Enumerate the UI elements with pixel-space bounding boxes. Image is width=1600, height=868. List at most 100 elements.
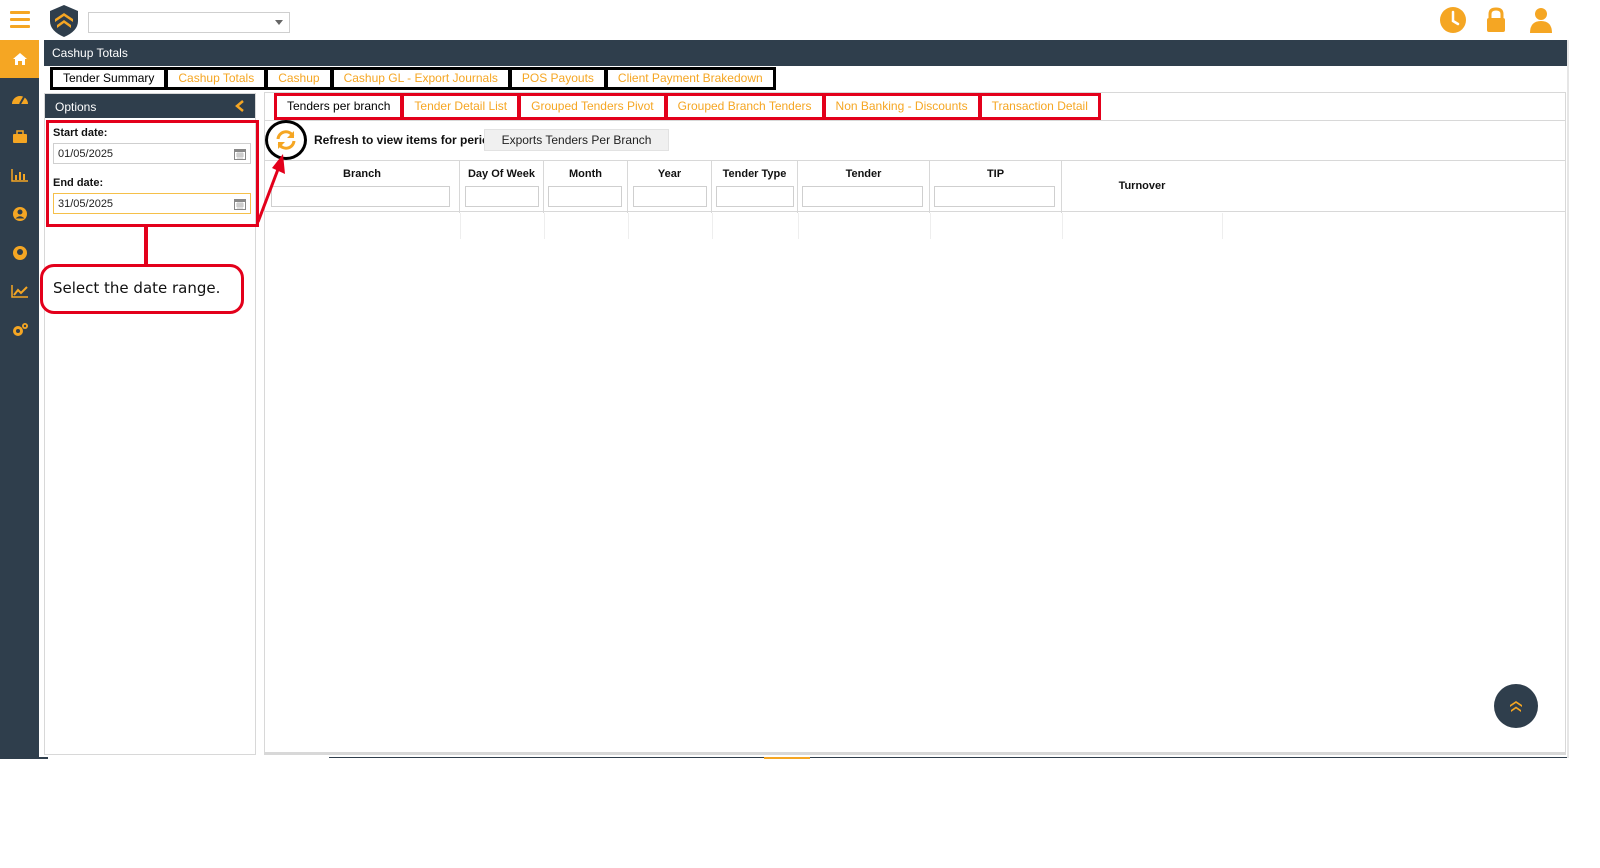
clock-icon[interactable] xyxy=(1439,6,1467,34)
subtab-grouped-tenders-pivot[interactable]: Grouped Tenders Pivot xyxy=(521,96,664,117)
grid-divider xyxy=(628,213,629,239)
menu-icon[interactable] xyxy=(10,11,30,29)
dashboard-icon xyxy=(11,96,28,105)
column-tip[interactable]: TIP xyxy=(930,161,1062,213)
grid-divider xyxy=(798,213,799,239)
grid-divider xyxy=(544,213,545,239)
filter-tip[interactable] xyxy=(934,186,1055,207)
bottom-divider xyxy=(329,757,1567,758)
filter-year[interactable] xyxy=(633,186,707,207)
tab-tender-summary[interactable]: Tender Summary xyxy=(53,70,165,87)
refresh-label: Refresh to view items for period xyxy=(314,133,497,147)
filter-branch[interactable] xyxy=(271,186,450,207)
nav-settings[interactable] xyxy=(0,311,39,349)
options-title: Options xyxy=(55,100,97,114)
scrollbar[interactable] xyxy=(1567,40,1569,758)
grid-divider xyxy=(1222,213,1223,239)
nav-dashboard[interactable] xyxy=(0,79,39,117)
column-header-tender-type: Tender Type xyxy=(722,168,787,180)
options-panel: Options Start date: 01/05/2025 End date:… xyxy=(44,93,259,755)
start-date-value: 01/05/2025 xyxy=(58,148,114,160)
main-tabs: Tender Summary Cashup Totals Cashup Cash… xyxy=(50,67,776,90)
tab-cashup[interactable]: Cashup xyxy=(268,70,330,87)
column-header-year: Year xyxy=(657,168,682,180)
column-month[interactable]: Month xyxy=(544,161,628,213)
bottom-divider xyxy=(0,757,48,759)
tab-cashup-gl-export[interactable]: Cashup GL - Export Journals xyxy=(333,70,508,87)
nav-account[interactable] xyxy=(0,234,39,272)
date-range-highlight: Start date: 01/05/2025 End date: 31/05/2… xyxy=(46,120,259,227)
column-day-of-week[interactable]: Day Of Week xyxy=(460,161,544,213)
account-icon xyxy=(12,246,27,260)
annotation-callout: Select the date range. xyxy=(40,264,244,314)
filter-tender[interactable] xyxy=(802,186,923,207)
column-header-turnover: Turnover xyxy=(1118,180,1166,192)
bottom-accent xyxy=(764,757,810,759)
end-date-field[interactable]: 31/05/2025 xyxy=(53,193,251,214)
column-tender[interactable]: Tender xyxy=(798,161,930,213)
chevron-left-icon[interactable] xyxy=(235,100,245,112)
column-header-day-of-week: Day Of Week xyxy=(467,168,536,180)
column-turnover[interactable]: Turnover xyxy=(1062,161,1222,213)
top-bar xyxy=(0,0,1600,40)
subtab-divider xyxy=(265,120,1565,121)
nav-customers[interactable] xyxy=(0,195,39,233)
bar-chart-icon xyxy=(10,169,28,182)
grid-body xyxy=(265,213,1565,239)
settings-icon xyxy=(12,323,28,336)
nav-briefcase[interactable] xyxy=(0,118,39,156)
briefcase-icon xyxy=(12,130,27,143)
column-header-tip: TIP xyxy=(986,168,1005,180)
calendar-icon[interactable] xyxy=(234,148,246,160)
line-chart-icon xyxy=(10,285,28,298)
user-icon[interactable] xyxy=(1527,6,1555,34)
column-branch[interactable]: Branch xyxy=(265,161,460,213)
annotation-arrow xyxy=(256,154,285,223)
grid-divider xyxy=(712,213,713,239)
annotation-connector xyxy=(144,226,148,266)
subtab-tender-detail-list[interactable]: Tender Detail List xyxy=(404,96,518,117)
lock-icon[interactable] xyxy=(1482,6,1510,34)
column-header-branch: Branch xyxy=(343,168,381,180)
column-header-month: Month xyxy=(569,168,602,180)
end-date-label: End date: xyxy=(53,177,104,189)
start-date-label: Start date: xyxy=(53,127,108,139)
grid-divider xyxy=(1062,213,1063,239)
grid-divider xyxy=(930,213,931,239)
refresh-icon xyxy=(276,130,296,150)
export-tenders-button[interactable]: Exports Tenders Per Branch xyxy=(484,129,669,151)
logo-icon[interactable] xyxy=(46,3,82,39)
subtab-transaction-detail[interactable]: Transaction Detail xyxy=(981,96,1098,117)
nav-reports[interactable] xyxy=(0,156,39,194)
nav-home[interactable] xyxy=(0,40,39,78)
calendar-icon[interactable] xyxy=(234,198,246,210)
start-date-field[interactable]: 01/05/2025 xyxy=(53,143,251,164)
tab-pos-payouts[interactable]: POS Payouts xyxy=(511,70,604,87)
left-nav xyxy=(0,40,39,758)
filter-tender-type[interactable] xyxy=(716,186,794,207)
sub-tabs: Tenders per branch Tender Detail List Gr… xyxy=(274,93,1101,120)
tab-client-payment[interactable]: Client Payment Brakedown xyxy=(607,70,773,87)
subtab-grouped-branch-tenders[interactable]: Grouped Branch Tenders xyxy=(667,96,822,117)
logo-chevron-icon xyxy=(1510,701,1522,712)
grid-divider xyxy=(460,213,461,239)
branch-select[interactable] xyxy=(88,12,290,33)
tab-cashup-totals[interactable]: Cashup Totals xyxy=(168,70,265,87)
column-year[interactable]: Year xyxy=(628,161,712,213)
nav-trends[interactable] xyxy=(0,272,39,310)
user-circle-icon xyxy=(12,207,27,221)
app-root: Cashup Totals Tender Summary Cashup Tota… xyxy=(0,0,1600,868)
filter-month[interactable] xyxy=(548,186,622,207)
content-panel: Tenders per branch Tender Detail List Gr… xyxy=(264,92,1566,755)
column-tender-type[interactable]: Tender Type xyxy=(712,161,798,213)
home-icon xyxy=(12,53,27,65)
filter-day-of-week[interactable] xyxy=(465,186,539,207)
end-date-value: 31/05/2025 xyxy=(58,198,114,210)
scroll-top-button[interactable] xyxy=(1494,684,1538,728)
grid-header: Branch Day Of Week Month Year Tender Typ… xyxy=(265,160,1565,213)
chevron-down-icon xyxy=(275,20,283,25)
options-header: Options xyxy=(45,94,255,118)
subtab-non-banking-discounts[interactable]: Non Banking - Discounts xyxy=(825,96,978,117)
subtab-tenders-per-branch[interactable]: Tenders per branch xyxy=(277,96,401,117)
column-header-tender: Tender xyxy=(845,168,882,180)
